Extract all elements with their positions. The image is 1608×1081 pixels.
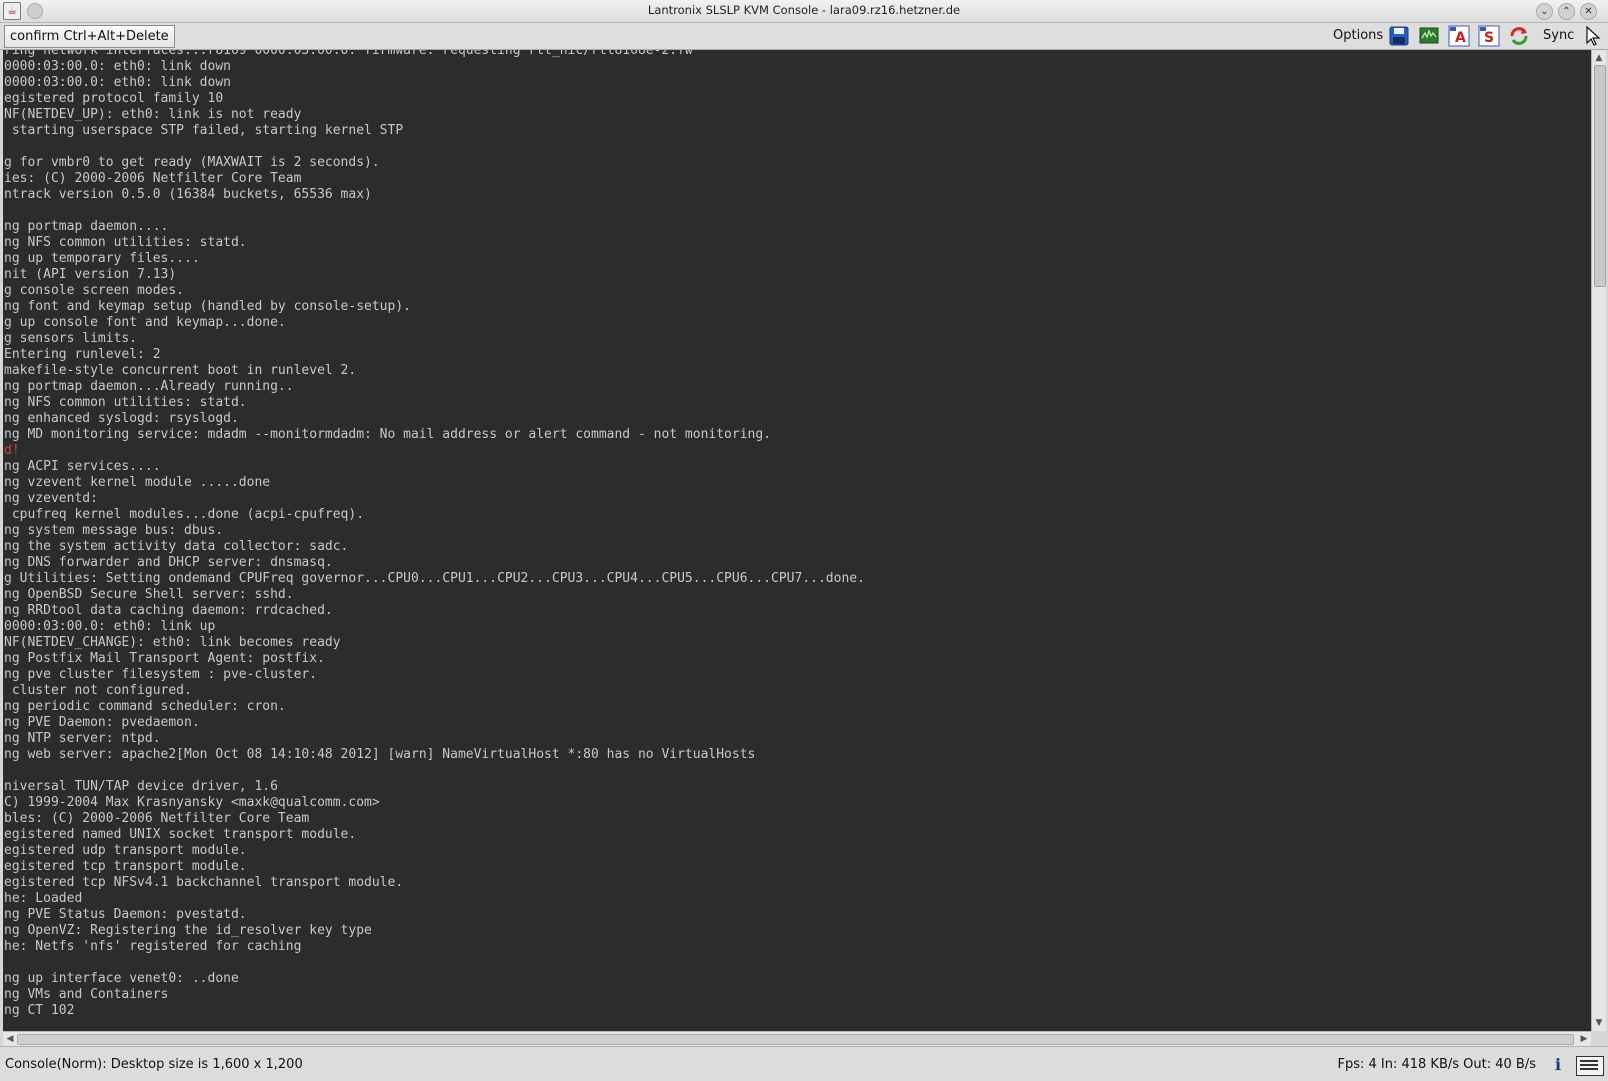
console-line: ng portmap daemon...Already running.. — [4, 379, 294, 394]
console-line: ng OpenVZ: Registering the id_resolver k… — [4, 923, 372, 938]
console-line: egistered protocol family 10 — [4, 91, 224, 106]
mouse-pointer-icon[interactable] — [1582, 25, 1604, 47]
console-line: ng enhanced syslogd: rsyslogd. — [4, 411, 239, 426]
console-line: ng OpenBSD Secure Shell server: sshd. — [4, 587, 294, 602]
console-line: ies: (C) 2000-2006 Netfilter Core Team — [4, 171, 302, 186]
console-line: ng DNS forwarder and DHCP server: dnsmas… — [4, 555, 333, 570]
vertical-scroll-thumb[interactable] — [1594, 65, 1606, 287]
close-icon[interactable]: ✕ — [1580, 3, 1597, 20]
console-line: g for vmbr0 to get ready (MAXWAIT is 2 s… — [4, 155, 380, 170]
console-line: ng system message bus: dbus. — [4, 523, 224, 538]
monitor-icon[interactable] — [1418, 25, 1440, 47]
console-line: ng periodic command scheduler: cron. — [4, 699, 286, 714]
minimize-icon[interactable]: ⌄ — [1536, 3, 1553, 20]
console-line: ng Postfix Mail Transport Agent: postfix… — [4, 651, 325, 666]
console-line: ng vzeventd: — [4, 491, 98, 506]
status-bar: Console(Norm): Desktop size is 1,600 x 1… — [0, 1046, 1608, 1081]
console-line: ng PVE Status Daemon: pvestatd. — [4, 907, 247, 922]
console-line: g up console font and keymap...done. — [4, 315, 286, 330]
console-line: ntrack version 0.5.0 (16384 buckets, 655… — [4, 187, 372, 202]
scroll-up-arrow-icon[interactable]: ▲ — [1593, 52, 1605, 64]
console-line: ng NTP server: ntpd. — [4, 731, 161, 746]
console-line: bles: (C) 2000-2006 Netfilter Core Team — [4, 811, 310, 826]
console-line: C) 1999-2004 Max Krasnyansky <maxk@qualc… — [4, 795, 380, 810]
text-a-icon[interactable]: A — [1448, 25, 1470, 47]
console-line: ng font and keymap setup (handled by con… — [4, 299, 411, 314]
console-line: he: Loaded — [4, 891, 83, 906]
options-menu[interactable]: Options — [1333, 28, 1383, 43]
snapshot-icon[interactable]: S — [1478, 25, 1500, 47]
svg-text:S: S — [1484, 30, 1494, 46]
window-titlebar: ☕ Lantronix SLSLP KVM Console - lara09.r… — [0, 0, 1608, 23]
maximize-icon[interactable]: ⌃ — [1558, 3, 1575, 20]
horizontal-scroll-thumb[interactable] — [17, 1034, 1574, 1045]
scroll-left-arrow-icon[interactable]: ◀ — [4, 1033, 16, 1045]
console-line: ng VMs and Containers — [4, 987, 169, 1002]
console-line: NF(NETDEV_UP): eth0: link is not ready — [4, 107, 302, 122]
vertical-scrollbar[interactable]: ▲ ▼ — [1591, 50, 1606, 1031]
console-line: egistered tcp NFSv4.1 backchannel transp… — [4, 875, 404, 890]
console-line: ng pve cluster filesystem : pve-cluster. — [4, 667, 318, 682]
scroll-down-arrow-icon[interactable]: ▼ — [1593, 1017, 1605, 1029]
console-line: egistered tcp transport module. — [4, 859, 247, 874]
console-output: ring network interfaces...r8169 0000:03:… — [4, 50, 865, 1019]
console-line: 0000:03:00.0: eth0: link up — [4, 619, 216, 634]
console-line: 0000:03:00.0: eth0: link down — [4, 59, 231, 74]
console-line: Entering runlevel: 2 — [4, 347, 161, 362]
console-line: g sensors limits. — [4, 331, 138, 346]
console-line: he: Netfs 'nfs' registered for caching — [4, 939, 302, 954]
console-line: g Utilities: Setting ondemand CPUFreq go… — [4, 571, 865, 586]
scroll-right-arrow-icon[interactable]: ▶ — [1578, 1033, 1590, 1045]
console-status-text: Console(Norm): Desktop size is 1,600 x 1… — [5, 1057, 303, 1072]
console-line: ng vzevent kernel module .....done — [4, 475, 271, 490]
sync-button-label[interactable]: Sync — [1543, 28, 1574, 43]
kvm-toolbar: confirm Ctrl+Alt+Delete Options A S Sync — [0, 23, 1608, 50]
console-line: ng up temporary files.... — [4, 251, 200, 266]
console-line: ng portmap daemon.... — [4, 219, 169, 234]
console-line: cluster not configured. — [4, 683, 192, 698]
console-line: ng MD monitoring service: mdadm --monito… — [4, 427, 772, 442]
console-line: ng ACPI services.... — [4, 459, 161, 474]
confirm-ctrl-alt-delete-button[interactable]: confirm Ctrl+Alt+Delete — [4, 25, 175, 48]
console-line: cpufreq kernel modules...done (acpi-cpuf… — [4, 507, 365, 522]
console-line: starting userspace STP failed, starting … — [4, 123, 404, 138]
console-line: nit (API version 7.13) — [4, 267, 177, 282]
console-line: d! — [4, 443, 20, 458]
sync-icon[interactable] — [1508, 25, 1530, 47]
console-line: NF(NETDEV_CHANGE): eth0: link becomes re… — [4, 635, 341, 650]
console-line: 0000:03:00.0: eth0: link down — [4, 75, 231, 90]
console-line: ng the system activity data collector: s… — [4, 539, 349, 554]
window-title: Lantronix SLSLP KVM Console - lara09.rz1… — [647, 3, 961, 17]
console-line: niversal TUN/TAP device driver, 1.6 — [4, 779, 278, 794]
console-line: makefile-style concurrent boot in runlev… — [4, 363, 357, 378]
console-line: ng up interface venet0: ..done — [4, 971, 239, 986]
console-line: ring network interfaces...r8169 0000:03:… — [4, 50, 693, 58]
console-line: ng NFS common utilities: statd. — [4, 395, 247, 410]
console-line: ng PVE Daemon: pvedaemon. — [4, 715, 200, 730]
console-line: ng web server: apache2[Mon Oct 08 14:10:… — [4, 747, 756, 762]
console-line: g console screen modes. — [4, 283, 185, 298]
console-line: ng CT 102 — [4, 1003, 75, 1018]
throughput-stats: Fps: 4 In: 418 KB/s Out: 40 B/s — [1337, 1057, 1536, 1072]
horizontal-scrollbar[interactable]: ◀ ▶ — [3, 1031, 1591, 1046]
console-line: ng NFS common utilities: statd. — [4, 235, 247, 250]
info-icon[interactable]: i — [1550, 1055, 1566, 1075]
console-screen[interactable]: ring network interfaces...r8169 0000:03:… — [3, 50, 1591, 1031]
svg-text:A: A — [1455, 30, 1466, 46]
save-icon[interactable] — [1388, 25, 1410, 47]
console-line: egistered udp transport module. — [4, 843, 247, 858]
keyboard-icon[interactable] — [1576, 1056, 1604, 1076]
console-line: ng RRDtool data caching daemon: rrdcache… — [4, 603, 333, 618]
console-line: egistered named UNIX socket transport mo… — [4, 827, 357, 842]
